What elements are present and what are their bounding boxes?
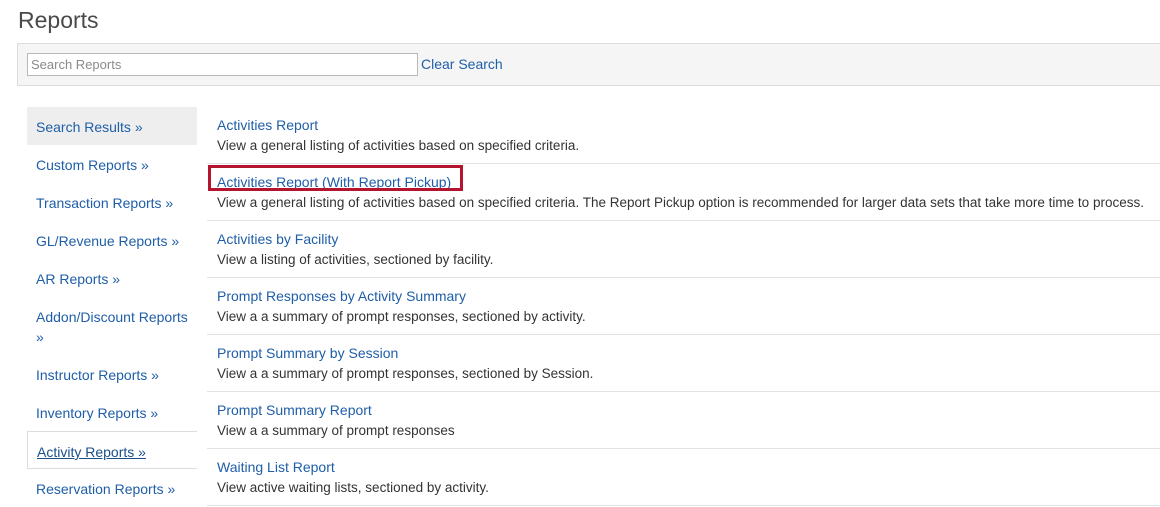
report-link-prompt-responses-by-activity-summary[interactable]: Prompt Responses by Activity Summary <box>217 287 466 305</box>
report-description: View a listing of activities, sectioned … <box>217 252 494 267</box>
report-item: Activities by Facility View a listing of… <box>207 221 1160 278</box>
search-input[interactable] <box>27 53 418 76</box>
sidebar-item-inventory-reports[interactable]: Inventory Reports » <box>27 393 197 431</box>
sidebar-item-custom-reports[interactable]: Custom Reports » <box>27 145 197 183</box>
report-link-activities-report[interactable]: Activities Report <box>217 116 318 134</box>
report-item: Prompt Responses by Activity Summary Vie… <box>207 278 1160 335</box>
report-link-activities-report-with-pickup[interactable]: Activities Report (With Report Pickup) <box>217 173 451 191</box>
report-link-waiting-list-report[interactable]: Waiting List Report <box>217 458 335 476</box>
report-link-prompt-summary-by-session[interactable]: Prompt Summary by Session <box>217 344 398 362</box>
sidebar-item-instructor-reports[interactable]: Instructor Reports » <box>27 355 197 393</box>
report-description: View a general listing of activities bas… <box>217 195 1144 210</box>
report-link-activities-by-facility[interactable]: Activities by Facility <box>217 230 338 248</box>
report-item: Activities Report View a general listing… <box>207 107 1160 164</box>
sidebar-item-activity-reports[interactable]: Activity Reports » <box>27 431 197 469</box>
report-list: Activities Report View a general listing… <box>207 107 1160 506</box>
sidebar-item-transaction-reports[interactable]: Transaction Reports » <box>27 183 197 221</box>
report-item: Activities Report (With Report Pickup) V… <box>207 164 1160 221</box>
report-item: Waiting List Report View active waiting … <box>207 449 1160 506</box>
sidebar-item-ar-reports[interactable]: AR Reports » <box>27 259 197 297</box>
report-link-prompt-summary-report[interactable]: Prompt Summary Report <box>217 401 372 419</box>
report-description: View active waiting lists, sectioned by … <box>217 480 489 495</box>
report-description: View a a summary of prompt responses <box>217 423 455 438</box>
report-item: Prompt Summary by Session View a a summa… <box>207 335 1160 392</box>
clear-search-link[interactable]: Clear Search <box>421 56 503 72</box>
report-description: View a a summary of prompt responses, se… <box>217 366 594 381</box>
sidebar-item-gl-revenue-reports[interactable]: GL/Revenue Reports » <box>27 221 197 259</box>
report-description: View a general listing of activities bas… <box>217 138 580 153</box>
report-description: View a a summary of prompt responses, se… <box>217 309 586 324</box>
page-title: Reports <box>18 7 99 33</box>
sidebar-item-search-results[interactable]: Search Results » <box>27 107 197 145</box>
report-category-sidebar: Search Results » Custom Reports » Transa… <box>27 107 197 507</box>
sidebar-item-reservation-reports[interactable]: Reservation Reports » <box>27 469 197 507</box>
report-item: Prompt Summary Report View a a summary o… <box>207 392 1160 449</box>
sidebar-item-addon-discount-reports[interactable]: Addon/Discount Reports » <box>27 297 197 355</box>
search-bar: Clear Search <box>17 43 1160 86</box>
